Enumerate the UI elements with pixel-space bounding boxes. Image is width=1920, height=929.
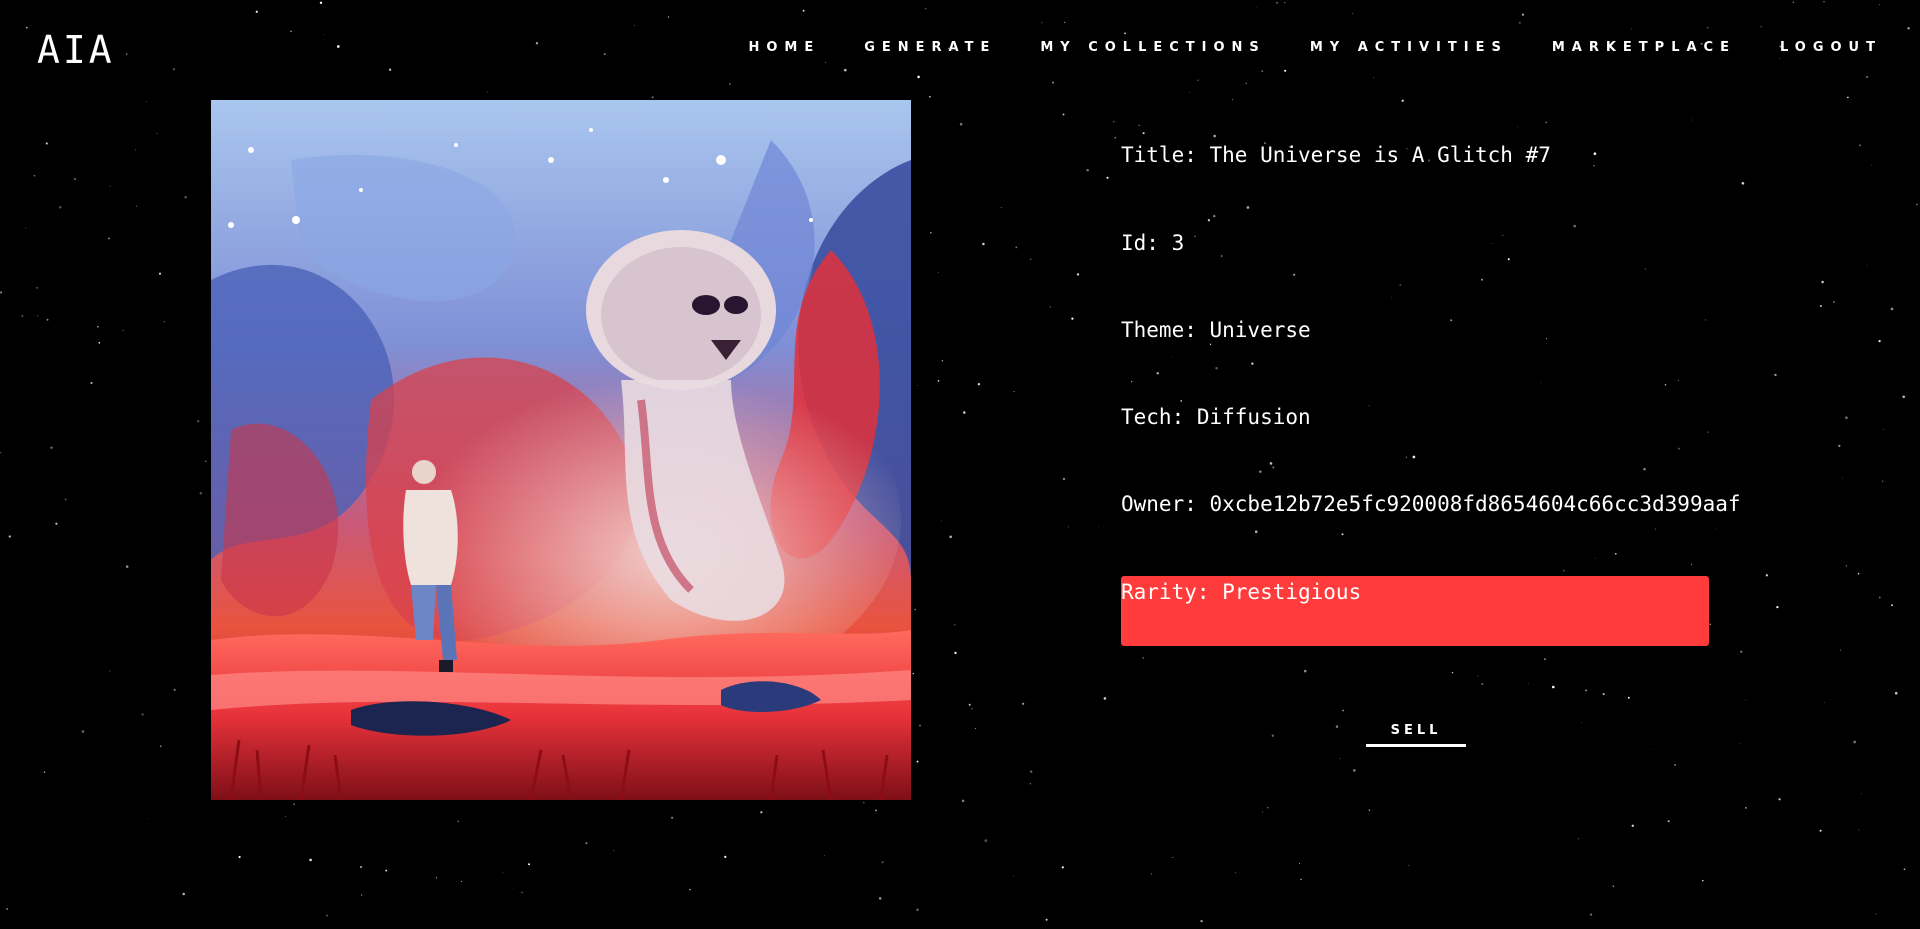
- nav-logout[interactable]: LOGOUT: [1780, 40, 1882, 55]
- nft-rarity: Rarity: Prestigious: [1121, 580, 1362, 604]
- nft-title: Title: The Universe is A Glitch #7: [1121, 143, 1551, 167]
- rarity-badge: Rarity: Prestigious: [1121, 576, 1709, 646]
- nft-artwork-image: [211, 100, 911, 800]
- main-navigation: HOME GENERATE MY COLLECTIONS MY ACTIVITI…: [748, 40, 1882, 55]
- nft-tech: Tech: Diffusion: [1121, 405, 1311, 429]
- nft-id: Id: 3: [1121, 231, 1185, 255]
- logo[interactable]: AIA: [37, 28, 115, 72]
- nav-marketplace[interactable]: MARKETPLACE: [1552, 40, 1736, 55]
- nav-home[interactable]: HOME: [748, 40, 820, 55]
- nav-generate[interactable]: GENERATE: [864, 40, 996, 55]
- nav-my-activities[interactable]: MY ACTIVITIES: [1310, 40, 1508, 55]
- sell-button[interactable]: SELL: [1366, 722, 1466, 747]
- nft-theme: Theme: Universe: [1121, 318, 1311, 342]
- nav-my-collections[interactable]: MY COLLECTIONS: [1040, 40, 1265, 55]
- nft-owner: Owner: 0xcbe12b72e5fc920008fd8654604c66c…: [1121, 492, 1741, 516]
